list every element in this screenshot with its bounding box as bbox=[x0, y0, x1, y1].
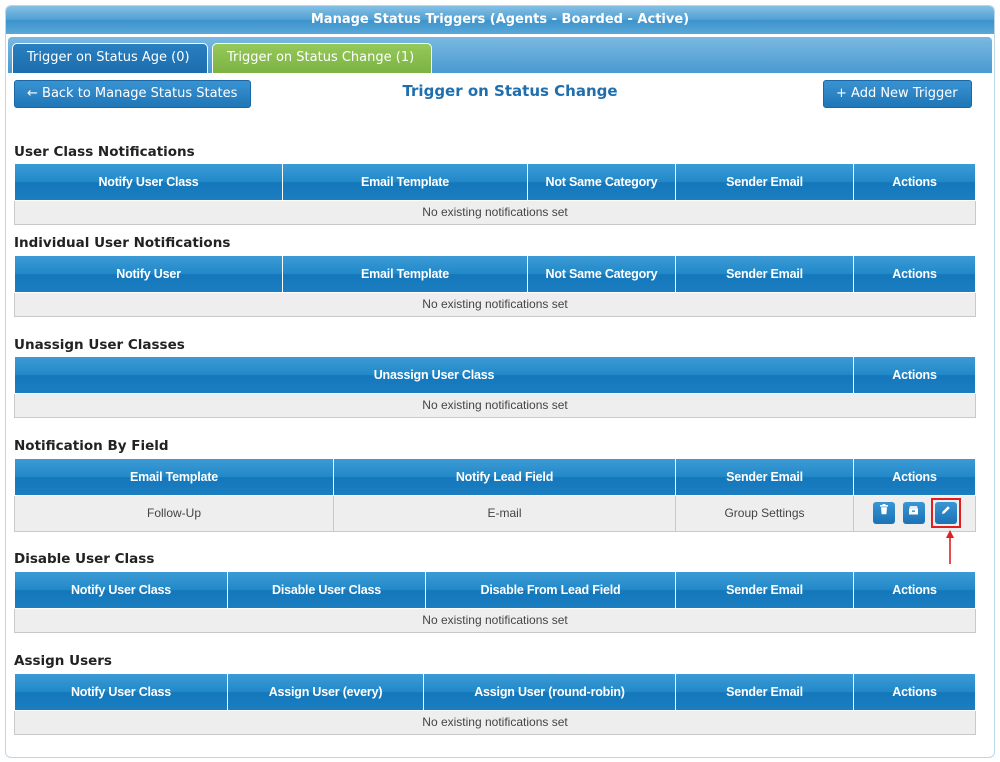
archive-icon[interactable] bbox=[902, 502, 925, 524]
column-header[interactable]: Sender Email bbox=[675, 459, 854, 496]
user-class-table: Notify User Class Email Template Not Sam… bbox=[14, 164, 976, 225]
window-title: Manage Status Triggers (Agents - Boarded… bbox=[6, 6, 994, 34]
column-header[interactable]: Not Same Category bbox=[527, 256, 676, 293]
column-header[interactable]: Sender Email bbox=[675, 164, 854, 201]
column-header: Actions bbox=[853, 459, 976, 496]
column-header[interactable]: Email Template bbox=[14, 459, 334, 496]
column-header: Actions bbox=[853, 256, 976, 293]
column-header[interactable]: Email Template bbox=[282, 164, 528, 201]
individual-user-table: Notify User Email Template Not Same Cate… bbox=[14, 256, 976, 317]
empty-row: No existing notifications set bbox=[14, 607, 976, 633]
section-title-disable: Disable User Class bbox=[14, 551, 155, 567]
column-header[interactable]: Notify User Class bbox=[14, 674, 228, 711]
empty-row: No existing notifications set bbox=[14, 709, 976, 735]
lead-field-cell: E-mail bbox=[333, 494, 676, 532]
column-header[interactable]: Email Template bbox=[282, 256, 528, 293]
table-row: Follow-Up E-mail Group Settings bbox=[14, 494, 976, 532]
empty-row: No existing notifications set bbox=[14, 199, 976, 225]
column-header[interactable]: Assign User (round-robin) bbox=[423, 674, 676, 711]
assign-users-table: Notify User Class Assign User (every) As… bbox=[14, 674, 976, 735]
column-header[interactable]: Sender Email bbox=[675, 256, 854, 293]
page-title: Trigger on Status Change bbox=[402, 82, 618, 100]
sender-email-cell: Group Settings bbox=[675, 494, 854, 532]
tab-status-age[interactable]: Trigger on Status Age (0) bbox=[12, 43, 208, 73]
section-title-user-class: User Class Notifications bbox=[14, 144, 195, 160]
column-header[interactable]: Disable User Class bbox=[227, 572, 426, 609]
section-title-assign: Assign Users bbox=[14, 653, 112, 669]
trash-icon[interactable] bbox=[872, 502, 895, 524]
section-title-individual: Individual User Notifications bbox=[14, 235, 231, 251]
pencil-icon[interactable] bbox=[934, 502, 957, 524]
actions-cell bbox=[853, 494, 976, 532]
empty-row: No existing notifications set bbox=[14, 291, 976, 317]
notification-by-field-table: Email Template Notify Lead Field Sender … bbox=[14, 459, 976, 532]
column-header[interactable]: Not Same Category bbox=[527, 164, 676, 201]
add-trigger-button[interactable]: + Add New Trigger bbox=[823, 80, 972, 108]
column-header: Actions bbox=[853, 572, 976, 609]
column-header[interactable]: Sender Email bbox=[675, 572, 854, 609]
edit-highlight bbox=[930, 498, 961, 528]
column-header: Actions bbox=[853, 674, 976, 711]
column-header[interactable]: Assign User (every) bbox=[227, 674, 424, 711]
column-header[interactable]: Sender Email bbox=[675, 674, 854, 711]
column-header[interactable]: Notify User bbox=[14, 256, 283, 293]
section-title-by-field: Notification By Field bbox=[14, 438, 169, 454]
unassign-table: Unassign User Class Actions No existing … bbox=[14, 357, 976, 418]
back-button[interactable]: ← Back to Manage Status States bbox=[14, 80, 251, 108]
email-template-cell: Follow-Up bbox=[14, 494, 334, 532]
column-header: Actions bbox=[853, 357, 976, 394]
column-header[interactable]: Disable From Lead Field bbox=[425, 572, 676, 609]
disable-user-class-table: Notify User Class Disable User Class Dis… bbox=[14, 572, 976, 633]
column-header[interactable]: Notify User Class bbox=[14, 164, 283, 201]
column-header: Actions bbox=[853, 164, 976, 201]
column-header[interactable]: Unassign User Class bbox=[14, 357, 854, 394]
column-header[interactable]: Notify User Class bbox=[14, 572, 228, 609]
tab-strip: Trigger on Status Age (0) Trigger on Sta… bbox=[8, 37, 992, 73]
column-header[interactable]: Notify Lead Field bbox=[333, 459, 676, 496]
arrow-annotation-icon bbox=[946, 530, 954, 564]
section-title-unassign: Unassign User Classes bbox=[14, 337, 185, 353]
tab-status-change[interactable]: Trigger on Status Change (1) bbox=[212, 43, 432, 73]
empty-row: No existing notifications set bbox=[14, 392, 976, 418]
